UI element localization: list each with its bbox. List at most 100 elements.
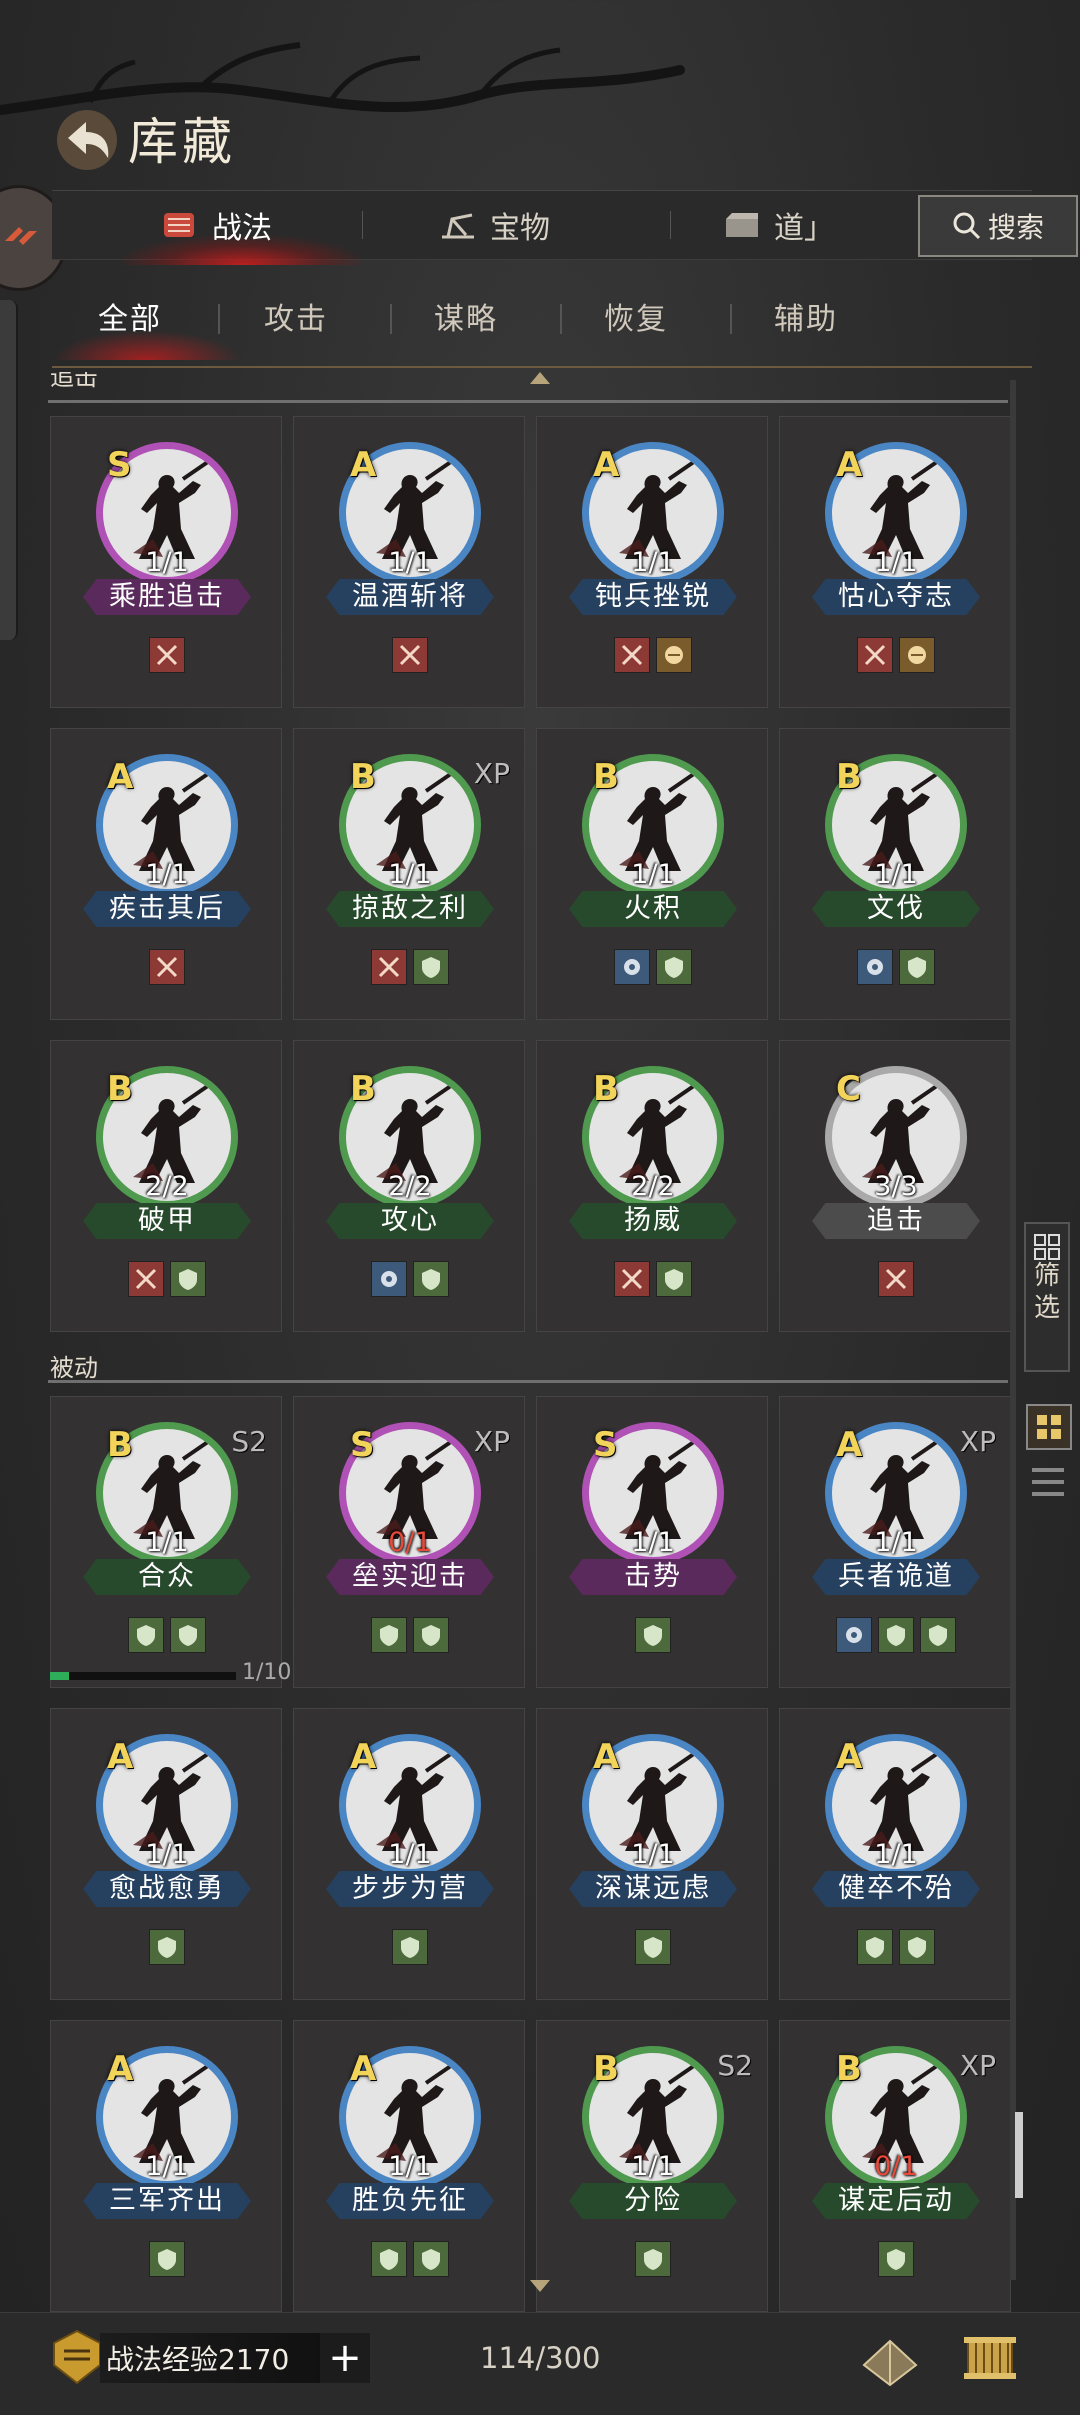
scrollbar-thumb[interactable] xyxy=(1015,2112,1023,2198)
skill-card[interactable]: A 1/1 怙心夺志 xyxy=(779,416,1011,708)
skill-count: 1/1 xyxy=(388,1839,432,1870)
skill-grade: A xyxy=(107,757,134,797)
shield-icon xyxy=(878,1617,914,1653)
shield-icon xyxy=(920,1617,956,1653)
skill-card[interactable]: B XP 0/1 谋定后动 xyxy=(779,2020,1011,2312)
skill-grade: S xyxy=(107,445,132,485)
skill-card[interactable]: S 1/1 击势 xyxy=(536,1396,768,1688)
skill-card[interactable]: S XP 0/1 垒实迎击 xyxy=(293,1396,525,1688)
skill-card[interactable]: B S2 1/1 分险 xyxy=(536,2020,768,2312)
atk-icon xyxy=(857,637,893,673)
scroll-icon xyxy=(164,213,194,237)
skill-card[interactable]: A 1/1 疾击其后 xyxy=(50,728,282,1020)
upgrade-book-icon[interactable] xyxy=(858,2327,922,2387)
top-bar: 库藏 xyxy=(0,90,1080,180)
side-panel-strip[interactable] xyxy=(0,300,18,640)
subtab-support[interactable]: 辅助 xyxy=(774,294,838,338)
skill-count: 1/1 xyxy=(631,1839,675,1870)
skill-card[interactable]: A 1/1 三军齐出 xyxy=(50,2020,282,2312)
skill-type-icons xyxy=(780,1261,1012,1297)
skill-count: 0/1 xyxy=(874,2151,918,2182)
shield-icon xyxy=(128,1617,164,1653)
skill-count: 3/3 xyxy=(874,1171,918,1202)
skill-grade: A xyxy=(107,1737,134,1777)
list-view-icon[interactable] xyxy=(1030,1462,1066,1502)
skill-card[interactable]: B 1/1 火积 xyxy=(536,728,768,1020)
skill-card[interactable]: A 1/1 温酒斩将 xyxy=(293,416,525,708)
skill-tag: S2 xyxy=(717,2049,753,2082)
skill-card[interactable]: B S2 1/1 合众 xyxy=(50,1396,282,1688)
subtab-all[interactable]: 全部 xyxy=(98,294,162,338)
shield-icon xyxy=(371,1617,407,1653)
tab-tactics[interactable]: 战法 xyxy=(158,191,272,259)
shield-icon xyxy=(392,1929,428,1965)
chest-icon xyxy=(726,213,758,237)
atk-icon xyxy=(371,949,407,985)
skill-type-icons xyxy=(537,2241,769,2277)
filter-button[interactable]: 筛 选 xyxy=(1024,1222,1070,1372)
skill-grade: A xyxy=(593,1737,620,1777)
scroll-down-arrow-icon[interactable] xyxy=(530,2280,550,2292)
section-header-passive: 被动 xyxy=(50,1354,98,1382)
subtab-attack[interactable]: 攻击 xyxy=(264,294,328,338)
search-button-label: 搜索 xyxy=(987,211,1044,244)
shield-icon xyxy=(413,1261,449,1297)
tab-items[interactable]: 道」 xyxy=(720,191,834,259)
skill-name: 扬威 xyxy=(569,1203,737,1239)
skill-card[interactable]: S 1/1 乘胜追击 xyxy=(50,416,282,708)
skill-card[interactable]: A 1/1 深谋远虑 xyxy=(536,1708,768,2000)
skill-card[interactable]: A 1/1 步步为营 xyxy=(293,1708,525,2000)
capacity-count: 114/300 xyxy=(480,2341,601,2375)
skill-card[interactable]: A 1/1 健卒不殆 xyxy=(779,1708,1011,2000)
skill-type-icons xyxy=(294,1261,526,1297)
experience-label: 战法经验2170 xyxy=(106,2343,290,2376)
skill-type-icons xyxy=(294,2241,526,2277)
skill-card[interactable]: B 2/2 扬威 xyxy=(536,1040,768,1332)
skill-count: 1/1 xyxy=(145,2151,189,2182)
skill-count: 1/1 xyxy=(388,859,432,890)
add-experience-button[interactable]: + xyxy=(320,2333,370,2383)
skill-card[interactable]: C 3/3 追击 xyxy=(779,1040,1011,1332)
skill-card[interactable]: A 1/1 钝兵挫锐 xyxy=(536,416,768,708)
skill-card[interactable]: B 2/2 破甲 xyxy=(50,1040,282,1332)
skill-card[interactable]: A 1/1 胜负先征 xyxy=(293,2020,525,2312)
category-subtabs: 全部 攻击 谋略 恢复 辅助 xyxy=(52,280,1032,360)
skill-type-icons xyxy=(51,2241,283,2277)
skill-grade: B xyxy=(836,2049,862,2089)
skill-grade: A xyxy=(350,445,377,485)
grid-view-button[interactable] xyxy=(1026,1404,1072,1450)
shield-icon xyxy=(857,1929,893,1965)
subtab-recovery[interactable]: 恢复 xyxy=(604,294,668,338)
skill-grade: A xyxy=(836,445,863,485)
skill-type-icons xyxy=(780,1617,1012,1653)
skill-grade: A xyxy=(350,2049,377,2089)
skill-card[interactable]: B 1/1 文伐 xyxy=(779,728,1011,1020)
scroll-up-arrow-icon[interactable] xyxy=(530,372,550,384)
skill-grade: S xyxy=(350,1425,375,1465)
skill-grade: B xyxy=(593,757,619,797)
skill-count: 1/1 xyxy=(145,1527,189,1558)
skill-card[interactable]: B 2/2 攻心 xyxy=(293,1040,525,1332)
skill-grade: B xyxy=(836,757,862,797)
scrollbar-track[interactable] xyxy=(1010,380,1016,2280)
skill-card[interactable]: A 1/1 愈战愈勇 xyxy=(50,1708,282,2000)
treasure-icon xyxy=(442,213,474,239)
skill-name: 疾击其后 xyxy=(83,891,251,927)
skill-name: 健卒不殆 xyxy=(812,1871,980,1907)
skill-type-icons xyxy=(780,1929,1012,1965)
subtab-divider xyxy=(218,304,220,334)
skill-name: 胜负先征 xyxy=(326,2183,494,2219)
main-tabs: 战法 宝物 道」 搜索 xyxy=(52,190,1078,265)
skill-count: 1/1 xyxy=(874,859,918,890)
skill-name: 三军齐出 xyxy=(83,2183,251,2219)
skill-card[interactable]: A XP 1/1 兵者诡道 xyxy=(779,1396,1011,1688)
search-button[interactable]: 搜索 xyxy=(918,195,1078,257)
back-arrow-icon[interactable] xyxy=(50,100,124,174)
skill-name: 破甲 xyxy=(83,1203,251,1239)
skill-name: 掠敌之利 xyxy=(326,891,494,927)
progress-fill xyxy=(50,1672,69,1680)
skill-card[interactable]: B XP 1/1 掠敌之利 xyxy=(293,728,525,1020)
subtab-strategy[interactable]: 谋略 xyxy=(434,294,498,338)
tab-treasure[interactable]: 宝物 xyxy=(436,191,550,259)
bamboo-scroll-icon[interactable] xyxy=(960,2329,1020,2387)
